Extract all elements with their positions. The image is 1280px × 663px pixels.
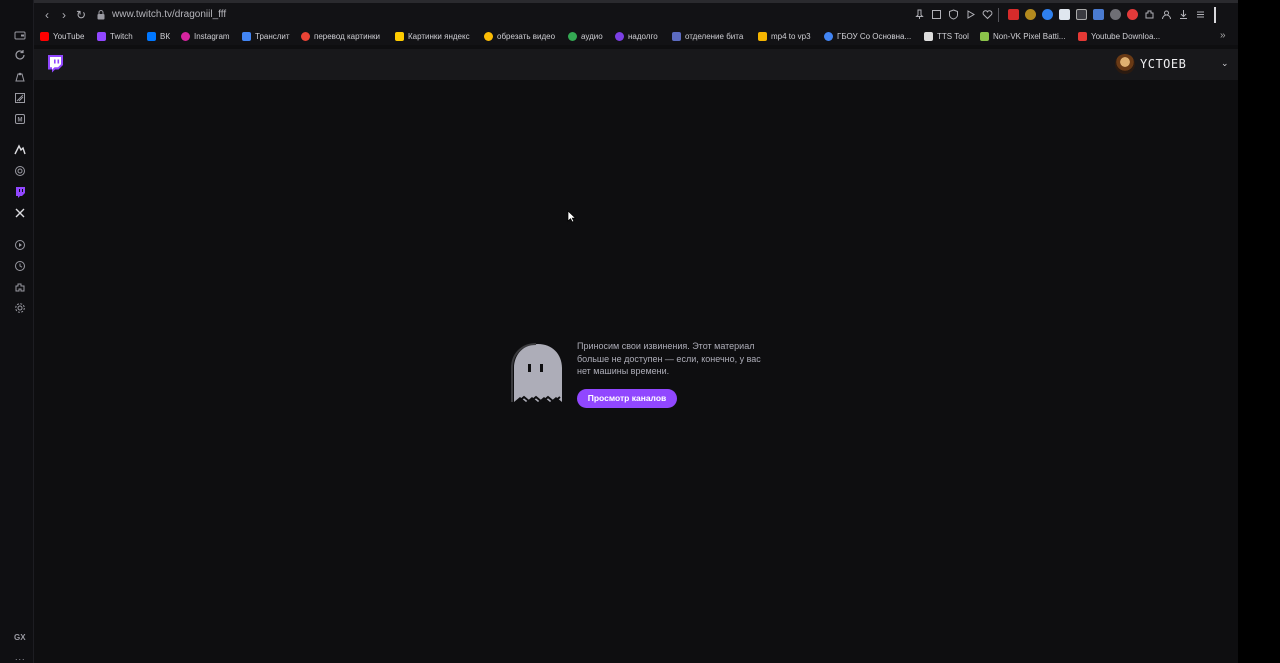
bookmarks-bar: YouTube Twitch ВК Instagram Транслит пер…: [34, 28, 1238, 45]
extension-red-round-icon[interactable]: [1127, 9, 1138, 20]
bookmark-gbou[interactable]: ГБОУ Со Основна...: [824, 30, 911, 43]
bookmark-youtube-downloader[interactable]: Youtube Downloa...: [1078, 30, 1160, 43]
instagram-icon: [181, 32, 190, 41]
forward-icon[interactable]: ›: [57, 8, 71, 22]
browser-sidebar: M GX ...: [0, 0, 34, 663]
twitch-logo-icon[interactable]: [47, 55, 63, 73]
more-icon[interactable]: ...: [15, 652, 26, 662]
window-edge: [1214, 7, 1216, 23]
snapshot-toolbar-icon[interactable]: [931, 9, 942, 20]
twitch-top-nav: YCTOEB ⌄: [34, 49, 1238, 80]
document-icon: [924, 32, 933, 41]
browser-window: ‹ › ↻ www.twitch.tv/dragoniil_fff YouTub…: [34, 0, 1238, 663]
username[interactable]: YCTOEB: [1140, 57, 1186, 71]
audio-icon: [568, 32, 577, 41]
player-icon[interactable]: [13, 238, 27, 252]
extension-coin-icon[interactable]: [1025, 9, 1036, 20]
menu-icon[interactable]: [1195, 9, 1206, 20]
google-icon: [824, 32, 833, 41]
main-content: Приносим свои извинения. Этот материал б…: [34, 80, 1238, 663]
play-icon[interactable]: [965, 9, 976, 20]
chevron-down-icon[interactable]: ⌄: [1221, 58, 1229, 69]
extension-shield-icon[interactable]: [1059, 9, 1070, 20]
beat-split-icon: [672, 32, 681, 41]
url-text[interactable]: www.twitch.tv/dragoniil_fff: [112, 9, 226, 20]
heart-icon[interactable]: [982, 9, 993, 20]
vk-icon: [147, 32, 156, 41]
bookmark-beat-split[interactable]: отделение бита: [672, 30, 743, 43]
mouse-cursor-icon: [567, 210, 576, 223]
refresh-icon[interactable]: [13, 48, 27, 62]
gx-logo[interactable]: GX: [14, 633, 26, 642]
download-icon[interactable]: [1178, 9, 1189, 20]
lock-icon: [97, 10, 105, 20]
screen: M GX ... ‹ › ↻ www.twitch.tv/dragoniil_f…: [0, 0, 1280, 663]
settings-gear-icon[interactable]: [13, 301, 27, 315]
extension-translate-icon[interactable]: [1093, 9, 1104, 20]
youtube-icon: [40, 32, 49, 41]
bookmark-image-translate[interactable]: перевод картинки: [301, 30, 380, 43]
error-message: Приносим свои извинения. Этот материал б…: [577, 341, 761, 376]
extension-gray-icon[interactable]: [1110, 9, 1121, 20]
bookmark-vk[interactable]: ВК: [147, 30, 170, 43]
bookmark-twitch[interactable]: Twitch: [97, 30, 133, 43]
bookmark-nadolgo[interactable]: надолго: [615, 30, 658, 43]
history-icon[interactable]: [13, 259, 27, 273]
bookmark-yandex-images[interactable]: Картинки яндекс: [395, 30, 470, 43]
bookmark-translit[interactable]: Транслит: [242, 30, 290, 43]
avatar[interactable]: [1115, 54, 1135, 74]
converter-icon: [758, 32, 767, 41]
wallet-icon[interactable]: [13, 28, 27, 42]
image-translate-icon: [301, 32, 310, 41]
bookmark-mp4-to-vp3[interactable]: mp4 to vp3: [758, 30, 811, 43]
address-bar: ‹ › ↻ www.twitch.tv/dragoniil_fff: [34, 0, 1238, 28]
ghost-icon: [511, 343, 562, 404]
reload-icon[interactable]: ↻: [74, 8, 88, 22]
bookmark-audio[interactable]: аудио: [568, 30, 603, 43]
bookmark-cut-video[interactable]: обрезать видео: [484, 30, 555, 43]
x-twitter-icon[interactable]: [13, 206, 27, 220]
twitch-icon: [97, 32, 106, 41]
back-icon[interactable]: ‹: [40, 8, 54, 22]
aria-icon[interactable]: [13, 70, 27, 84]
aria-ai-icon[interactable]: [13, 143, 27, 157]
profile-icon[interactable]: [1161, 9, 1172, 20]
nadolgo-icon: [615, 32, 624, 41]
messenger-icon[interactable]: M: [13, 112, 27, 126]
bookmark-youtube[interactable]: YouTube: [40, 30, 84, 43]
snapshot-icon[interactable]: [13, 91, 27, 105]
bookmarks-overflow-icon[interactable]: »: [1220, 30, 1226, 41]
twitch-sidebar-icon[interactable]: [13, 185, 27, 199]
puzzle-icon[interactable]: [1144, 9, 1155, 20]
extension-screen-icon[interactable]: [1076, 9, 1087, 20]
pin-icon[interactable]: [914, 9, 925, 20]
cut-video-icon: [484, 32, 493, 41]
yandex-images-icon: [395, 32, 404, 41]
browse-channels-button[interactable]: Просмотр каналов: [577, 389, 677, 408]
pixel-battle-icon: [980, 32, 989, 41]
screen-edge: [1238, 0, 1280, 663]
chatgpt-icon[interactable]: [13, 164, 27, 178]
bookmark-instagram[interactable]: Instagram: [181, 30, 230, 43]
youtube-downloader-icon: [1078, 32, 1087, 41]
extension-blue-icon[interactable]: [1042, 9, 1053, 20]
shield-icon[interactable]: [948, 9, 959, 20]
bookmark-tts-tool[interactable]: TTS Tool: [924, 30, 969, 43]
svg-text:M: M: [18, 118, 23, 124]
translate-icon: [242, 32, 251, 41]
extension-red-icon[interactable]: [1008, 9, 1019, 20]
bookmark-pixel-battle[interactable]: Non-VK Pixel Batti...: [980, 30, 1065, 43]
extensions-icon[interactable]: [13, 280, 27, 294]
